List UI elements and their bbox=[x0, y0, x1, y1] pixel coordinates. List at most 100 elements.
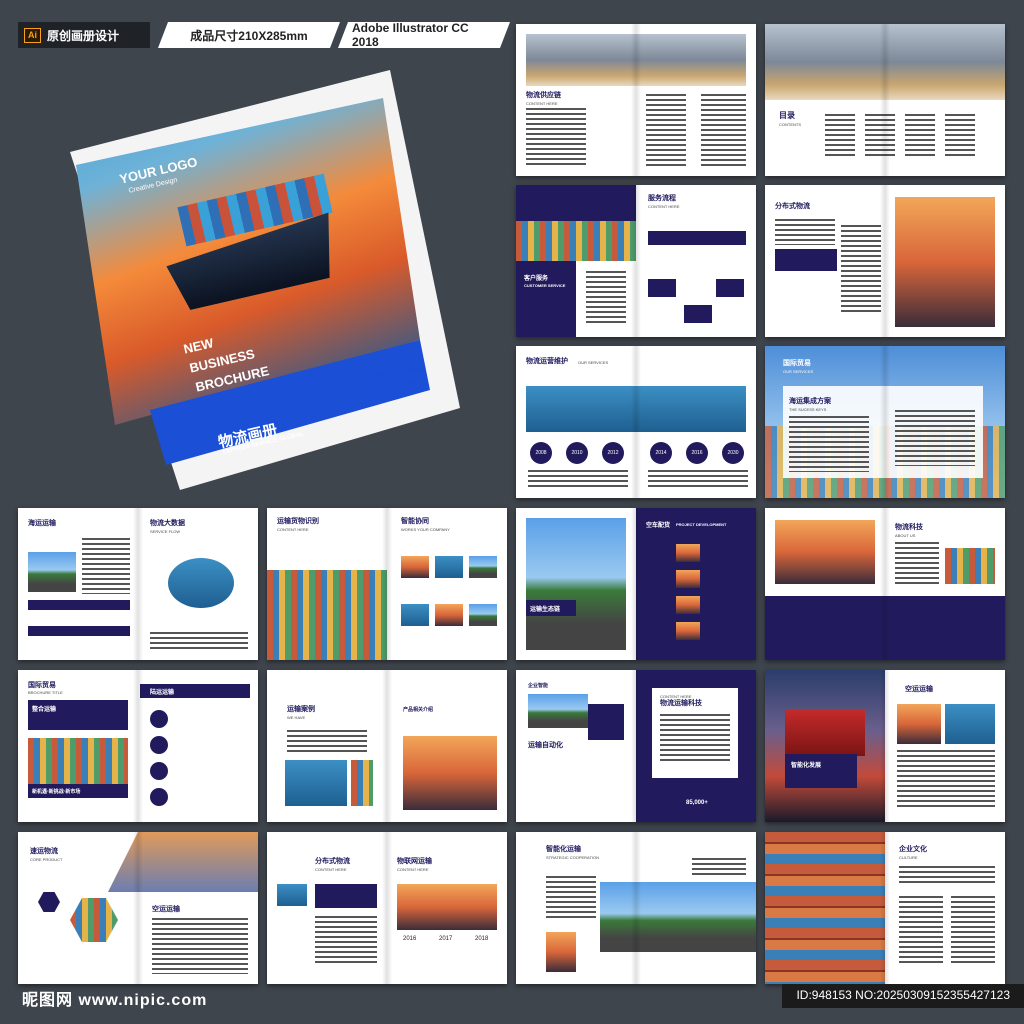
text-block bbox=[528, 470, 628, 490]
section-title: 客户服务 bbox=[524, 276, 549, 282]
navy-block bbox=[588, 704, 624, 740]
page-sea-transport: 海运运输 物流大数据 SERVICE FLOW bbox=[18, 508, 258, 660]
page-title: 速运物流 bbox=[30, 848, 58, 855]
grid-photo bbox=[435, 604, 463, 626]
page-title: 智能化运输 bbox=[546, 846, 581, 853]
navy-box bbox=[775, 249, 837, 271]
text-block bbox=[899, 896, 943, 966]
text-block bbox=[315, 916, 377, 966]
text-block bbox=[701, 94, 746, 168]
text-block bbox=[951, 896, 995, 966]
card-title: 物流运输科技 bbox=[660, 700, 702, 707]
year-badge: 2030 bbox=[722, 442, 744, 464]
caption-text: 智能化发展 bbox=[791, 763, 822, 769]
small-photo bbox=[277, 884, 307, 906]
crane-photo bbox=[403, 736, 497, 810]
page-subtitle: ABOUT US bbox=[895, 533, 916, 538]
image-id: ID:948153 NO:20250309152355427123 bbox=[782, 984, 1024, 1008]
page-express: 速运物流 CORE PRODUCT 空运运输 bbox=[18, 832, 258, 984]
year-badge: 2012 bbox=[602, 442, 624, 464]
truck-photo bbox=[28, 552, 76, 592]
text-block bbox=[841, 225, 881, 315]
ship-photo bbox=[775, 520, 875, 584]
warehouse-photo bbox=[526, 34, 746, 86]
page-title: 服务流程 bbox=[648, 195, 676, 202]
ship-photo bbox=[397, 884, 497, 930]
navy-band bbox=[516, 185, 636, 221]
text-block bbox=[526, 108, 586, 168]
hex-shape bbox=[38, 892, 60, 912]
section-title: 物联网运输 bbox=[397, 858, 432, 865]
page-logistics-tech: 物流科技 ABOUT US bbox=[765, 508, 1005, 660]
page-title: 企业文化 bbox=[899, 846, 927, 853]
page-automation: 企业智能 运输自动化 CONTENT HERE 物流运输科技 85,000+ bbox=[516, 670, 756, 822]
page-transport-cases: 运输案例 WE HAVE 产品相关介绍 bbox=[267, 670, 507, 822]
page-title: 海运运输 bbox=[28, 520, 56, 527]
navy-box bbox=[315, 884, 377, 908]
page-title: 物流科技 bbox=[895, 524, 923, 531]
page-distributed-logistics: 分布式物流 bbox=[765, 185, 1005, 337]
grid-photo bbox=[401, 604, 429, 626]
page-title: 运输货物识别 bbox=[277, 518, 319, 525]
page-title: 目录 bbox=[779, 111, 795, 120]
page-title: 国际贸易 bbox=[28, 682, 56, 689]
text-block bbox=[287, 730, 367, 754]
page-customer-service: 客户服务 CUSTOMER SERVICE 服务流程 CONTENT HERE bbox=[516, 185, 756, 337]
page-title: 国际贸易 bbox=[783, 360, 811, 367]
container-photo bbox=[765, 832, 885, 984]
text-block bbox=[789, 416, 869, 472]
section-subtitle: CONTENT HERE bbox=[397, 867, 429, 872]
page-subtitle: BROCHURE TITLE bbox=[28, 690, 63, 695]
section-title: 运输自动化 bbox=[528, 742, 563, 749]
page-title: 物流供应链 bbox=[526, 92, 561, 99]
list-photo bbox=[676, 622, 700, 640]
truck-photo bbox=[528, 694, 588, 728]
text-block bbox=[152, 918, 248, 974]
page-empty-cargo: 运输生态链 空车配货 PROJECT DEVELOPMENT bbox=[516, 508, 756, 660]
page-subtitle: OUR SERVICES bbox=[783, 369, 814, 374]
page-supply-chain: 物流供应链 CONTENT HERE bbox=[516, 24, 756, 176]
page-title: 物流运营维护 bbox=[526, 358, 568, 365]
text-block bbox=[586, 271, 626, 325]
brochure-cover: YOUR LOGO Creative Design NEW BUSINESS B… bbox=[70, 70, 460, 490]
page-title: 空运运输 bbox=[905, 686, 933, 693]
text-block bbox=[546, 876, 596, 920]
year-label: 2017 bbox=[439, 936, 453, 942]
page-subtitle: CONTENT HERE bbox=[277, 527, 309, 532]
globe-photo bbox=[168, 558, 234, 608]
port-photo bbox=[285, 760, 347, 806]
stat-value: 85,000+ bbox=[686, 800, 708, 806]
toc-column bbox=[905, 114, 935, 158]
page-iot-transport: 分布式物流 CONTENT HERE 物联网运输 CONTENT HERE 20… bbox=[267, 832, 507, 984]
section-title: 物流大数据 bbox=[150, 520, 185, 527]
header-tag-software: Adobe Illustrator CC 2018 bbox=[338, 22, 510, 48]
year-badge: 2010 bbox=[566, 442, 588, 464]
icon-circle bbox=[150, 788, 168, 806]
process-box bbox=[684, 305, 712, 323]
watermark-site: 昵图网 www.nipic.com bbox=[22, 992, 208, 1009]
text-block bbox=[897, 750, 995, 810]
text-block bbox=[895, 542, 939, 584]
navy-band bbox=[765, 596, 1005, 660]
truck-photo bbox=[526, 518, 626, 650]
port-photo bbox=[945, 704, 995, 744]
red-truck bbox=[785, 710, 865, 756]
process-header bbox=[648, 231, 746, 245]
icon-circle bbox=[150, 710, 168, 728]
year-badge: 2016 bbox=[686, 442, 708, 464]
page-culture: 企业文化 CULTURE bbox=[765, 832, 1005, 984]
grid-photo bbox=[435, 556, 463, 578]
page-subtitle: OUR SERVICES bbox=[578, 360, 609, 365]
navy-bar bbox=[28, 626, 130, 636]
list-photo bbox=[676, 596, 700, 614]
text-block bbox=[899, 866, 995, 886]
text-block bbox=[660, 714, 730, 764]
icon-circle bbox=[150, 736, 168, 754]
page-cargo-id: 运输货物识别 CONTENT HERE 智能协同 WORKS YOUR COMP… bbox=[267, 508, 507, 660]
toc-column bbox=[825, 114, 855, 158]
section-title: 海运集成方案 bbox=[789, 398, 831, 405]
page-title: 企业智能 bbox=[528, 683, 549, 689]
block-title: 整合运输 bbox=[32, 707, 57, 713]
page-subtitle: CONTENT HERE bbox=[648, 204, 680, 209]
text-block bbox=[646, 94, 686, 168]
